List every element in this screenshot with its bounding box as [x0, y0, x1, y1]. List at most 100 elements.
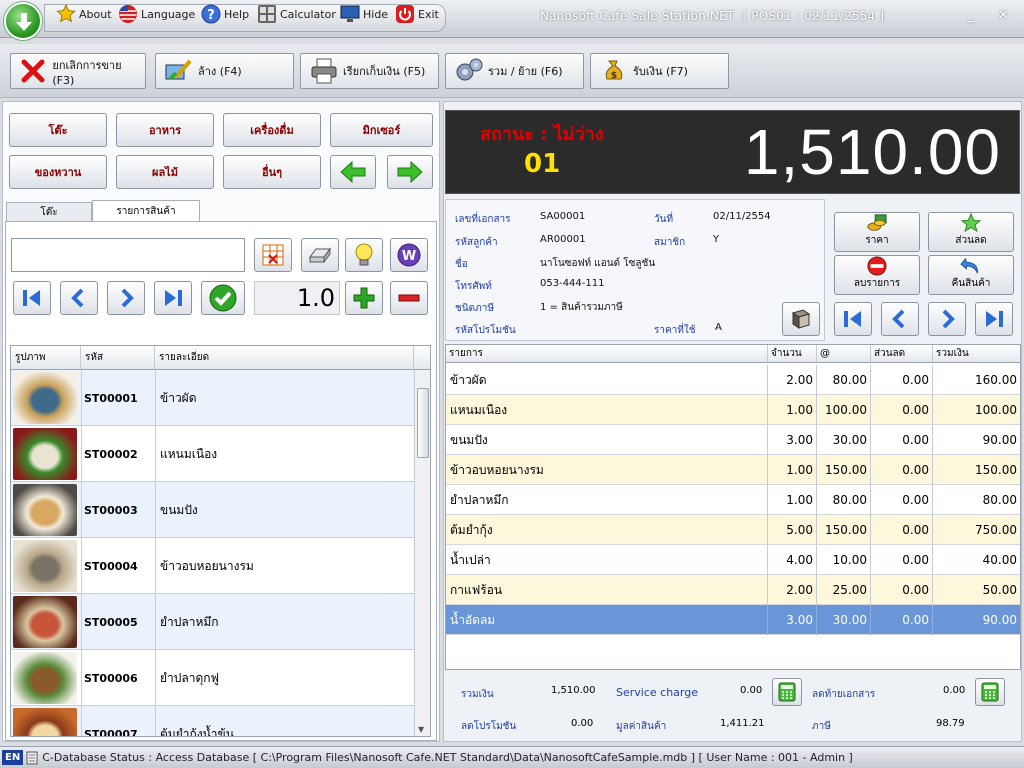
service-charge-calc-button[interactable]: [772, 678, 802, 706]
order-row[interactable]: น้ำเปล่า 4.00 10.00 0.00 40.00: [446, 545, 1020, 575]
product-row[interactable]: ST00005 ยำปลาหมึก: [11, 594, 414, 650]
order-item-price: 100.00: [817, 395, 871, 425]
grid-header-description[interactable]: รายละเอียด: [155, 346, 414, 370]
order-next-button[interactable]: [928, 302, 966, 336]
end-discount-label: ลดท้ายเอกสาร: [812, 689, 876, 700]
help-button[interactable]: ? Help: [201, 4, 249, 24]
close-window-button[interactable]: ✕: [998, 8, 1009, 23]
category-next-button[interactable]: [387, 155, 433, 189]
category-fruit-button[interactable]: ผลไม้: [116, 155, 214, 189]
order-item-discount: 0.00: [871, 605, 933, 635]
order-row[interactable]: ยำปลาหมึก 1.00 80.00 0.00 80.00: [446, 485, 1020, 515]
order-item-name: ขนมปัง: [446, 425, 768, 455]
monitor-icon: [340, 4, 360, 24]
order-row[interactable]: แหนมเนือง 1.00 100.00 0.00 100.00: [446, 395, 1020, 425]
product-photo: [13, 708, 77, 736]
order-first-button[interactable]: [834, 302, 872, 336]
end-discount-calc-button[interactable]: [975, 678, 1005, 706]
return-item-button[interactable]: คืนสินค้า: [928, 255, 1014, 295]
main-toolbar: ยกเลิกการขาย (F3) ล้าง (F4) เรียกเก็บเงิ…: [0, 44, 1024, 98]
product-code: ST00001: [81, 370, 155, 426]
about-label: About: [79, 7, 112, 21]
order-last-button[interactable]: [975, 302, 1013, 336]
order-header-qty[interactable]: จำนวน: [768, 345, 817, 363]
first-icon: [844, 311, 861, 327]
category-mixer-button[interactable]: มิกเซอร์: [330, 113, 433, 147]
calculator-button[interactable]: Calculator: [257, 4, 336, 24]
order-row[interactable]: ขนมปัง 3.00 30.00 0.00 90.00: [446, 425, 1020, 455]
w-button[interactable]: W: [390, 238, 428, 272]
category-table-button[interactable]: โต๊ะ: [9, 113, 107, 147]
end-discount-value: 0.00: [943, 685, 966, 696]
order-row[interactable]: น้ำอัดลม 3.00 30.00 0.00 90.00: [446, 605, 1020, 635]
order-prev-button[interactable]: [881, 302, 919, 336]
exit-button[interactable]: Exit: [395, 4, 439, 24]
order-header-price[interactable]: @: [817, 345, 871, 363]
category-other-button[interactable]: อื่นๆ: [223, 155, 321, 189]
category-drinks-button[interactable]: เครื่องดื่ม: [223, 113, 321, 147]
language-indicator[interactable]: EN: [2, 750, 24, 765]
order-header-item[interactable]: รายการ: [446, 345, 768, 363]
minimize-button[interactable]: _: [968, 8, 975, 23]
order-header-discount[interactable]: ส่วนลด: [871, 345, 933, 363]
grid-header-code[interactable]: รหัส: [81, 346, 155, 370]
idea-button[interactable]: [345, 238, 383, 272]
order-row[interactable]: ต้มยำกุ้ง 5.00 150.00 0.00 750.00: [446, 515, 1020, 545]
order-item-total: 40.00: [933, 545, 1020, 575]
hide-button[interactable]: Hide: [340, 4, 388, 24]
prev-record-button[interactable]: [60, 281, 98, 315]
product-code: ST00002: [81, 426, 155, 482]
check-circle-icon: [209, 284, 237, 312]
category-dessert-button[interactable]: ของหวาน: [9, 155, 107, 189]
order-item-name: กาแฟร้อน: [446, 575, 768, 605]
chevron-left-icon: [71, 288, 84, 308]
product-description: ข้าวผัด: [155, 370, 414, 426]
delete-item-label: ลบรายการ: [853, 278, 901, 289]
grid-header-corner: [414, 346, 430, 370]
product-row[interactable]: ST00006 ยำปลาดุกฟู: [11, 650, 414, 706]
tab-products[interactable]: รายการสินค้า: [92, 200, 200, 222]
grid-header-image[interactable]: รูปภาพ: [11, 346, 81, 370]
receive-payment-button[interactable]: $ รับเงิน (F7): [590, 53, 729, 89]
search-input[interactable]: [11, 238, 245, 272]
keyboard-button[interactable]: [301, 238, 339, 272]
customer-code-label: รหัสลูกค้า: [455, 237, 498, 248]
scroll-down-icon[interactable]: ▼: [418, 725, 424, 734]
product-scrollbar[interactable]: ▼: [414, 370, 430, 736]
product-row[interactable]: ST00001 ข้าวผัด: [11, 370, 414, 426]
first-record-button[interactable]: [13, 281, 51, 315]
next-record-button[interactable]: [107, 281, 145, 315]
category-food-button[interactable]: อาหาร: [116, 113, 214, 147]
vat-value: 98.79: [936, 718, 965, 729]
price-button[interactable]: ราคา: [834, 212, 920, 252]
increase-qty-button[interactable]: [345, 281, 383, 315]
order-header-total[interactable]: รวมเงิน: [933, 345, 1020, 363]
tab-table[interactable]: โต๊ะ: [6, 202, 92, 222]
order-row[interactable]: ข้าวอบหอยนางรม 1.00 150.00 0.00 150.00: [446, 455, 1020, 485]
order-item-total: 150.00: [933, 455, 1020, 485]
delete-item-button[interactable]: ลบรายการ: [834, 255, 920, 295]
decrease-qty-button[interactable]: [390, 281, 428, 315]
app-menu-orb-button[interactable]: [4, 2, 42, 40]
confirm-button[interactable]: [201, 281, 245, 315]
cancel-sale-button[interactable]: ยกเลิกการขาย (F3): [10, 53, 146, 89]
select-grid-button[interactable]: [254, 238, 292, 272]
order-item-name: ยำปลาหมึก: [446, 485, 768, 515]
scrollbar-thumb[interactable]: [417, 388, 429, 458]
request-payment-button[interactable]: เรียกเก็บเงิน (F5): [300, 53, 439, 89]
clear-button[interactable]: ล้าง (F4): [155, 53, 294, 89]
order-row[interactable]: กาแฟร้อน 2.00 25.00 0.00 50.00: [446, 575, 1020, 605]
order-item-qty: 1.00: [768, 455, 817, 485]
product-row[interactable]: ST00002 แหนมเนือง: [11, 426, 414, 482]
customer-book-button[interactable]: [782, 302, 820, 336]
about-button[interactable]: About: [56, 3, 112, 24]
category-prev-button[interactable]: [330, 155, 376, 189]
product-row[interactable]: ST00003 ขนมปัง: [11, 482, 414, 538]
product-row[interactable]: ST00004 ข้าวอบหอยนางรม: [11, 538, 414, 594]
order-row[interactable]: ข้าวผัด 2.00 80.00 0.00 160.00: [446, 365, 1020, 395]
merge-move-button[interactable]: รวม / ย้าย (F6): [445, 53, 584, 89]
last-record-button[interactable]: [154, 281, 192, 315]
product-row[interactable]: ST00007 ต้มยำกุ้งน้ำข้น: [11, 706, 414, 736]
language-button[interactable]: Language: [118, 4, 195, 24]
discount-button[interactable]: ส่วนลด: [928, 212, 1014, 252]
